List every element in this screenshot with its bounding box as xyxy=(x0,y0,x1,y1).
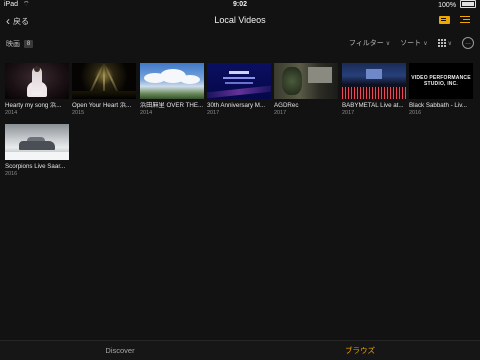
video-year: 2017 xyxy=(342,110,355,116)
video-title: 浜田麻里 OVER THE... xyxy=(140,102,204,109)
video-thumbnail xyxy=(140,63,204,99)
more-icon: … xyxy=(465,40,471,46)
navigation-bar: ‹ 戻る Local Videos xyxy=(0,10,480,32)
video-tile[interactable]: Open Your Heart 浜... 2015 xyxy=(72,63,136,117)
video-tile[interactable]: Hearty my song 浜... 2014 xyxy=(5,63,69,117)
tab-bar: Discover ブラウズ xyxy=(0,340,480,360)
battery-percent: 100% xyxy=(438,2,457,9)
section-header: 映画 8 xyxy=(6,39,33,49)
nav-actions xyxy=(439,15,470,24)
video-title: BABYMETAL Live at... xyxy=(342,102,404,109)
video-year: 2014 xyxy=(140,110,153,116)
video-year: 2017 xyxy=(207,110,220,116)
item-count-badge: 8 xyxy=(24,40,33,48)
video-year: 2014 xyxy=(5,110,18,116)
chevron-down-icon: ∨ xyxy=(385,40,391,47)
video-year: 2016 xyxy=(409,110,422,116)
video-title: Open Your Heart 浜... xyxy=(72,102,132,109)
grid-icon xyxy=(437,39,446,47)
video-title: Hearty my song 浜... xyxy=(5,102,62,109)
app-window: iPad ⌔ 9:02 100% ‹ 戻る Local Videos 映画 8 xyxy=(0,0,480,360)
thumbnail-text: VIDEO PERFORMANCE STUDIO, INC. xyxy=(411,75,471,87)
sort-button[interactable]: ソート ∨ xyxy=(400,38,427,48)
video-thumbnail xyxy=(5,63,69,99)
section-label: 映画 xyxy=(6,41,20,48)
video-thumbnail xyxy=(5,124,69,160)
video-tile[interactable]: BABYMETAL Live at... 2017 xyxy=(342,63,406,117)
video-title: Scorpions Live Saar... xyxy=(5,163,66,170)
video-thumbnail xyxy=(274,63,338,99)
video-tile[interactable]: AGDRec 2017 xyxy=(274,63,338,117)
toolbar-actions: フィルター ∨ ソート ∨ ∨ … xyxy=(349,37,474,49)
video-tile[interactable]: VIDEO PERFORMANCE STUDIO, INC. Black Sab… xyxy=(409,63,473,117)
video-year: 2016 xyxy=(5,171,18,177)
filter-button[interactable]: フィルター ∨ xyxy=(349,38,390,48)
video-title: AGDRec xyxy=(274,102,299,109)
tab-discover[interactable]: Discover xyxy=(0,341,240,360)
sort-label: ソート xyxy=(400,40,422,47)
video-tile[interactable]: 浜田麻里 OVER THE... 2014 xyxy=(140,63,204,117)
page-title: Local Videos xyxy=(214,15,266,25)
chevron-down-icon: ∨ xyxy=(423,40,428,47)
video-thumbnail: VIDEO PERFORMANCE STUDIO, INC. xyxy=(409,63,473,99)
library-toolbar: 映画 8 フィルター ∨ ソート ∨ ∨ … xyxy=(0,36,480,52)
video-thumbnail xyxy=(342,63,406,99)
video-tile[interactable]: Scorpions Live Saar... 2016 xyxy=(5,124,69,178)
view-mode-button[interactable]: ∨ xyxy=(437,39,452,47)
tab-browse[interactable]: ブラウズ xyxy=(240,341,480,360)
video-thumbnail xyxy=(207,63,271,99)
video-title: Black Sabbath - Liv... xyxy=(409,102,468,109)
video-thumbnail xyxy=(72,63,136,99)
video-year: 2017 xyxy=(274,110,287,116)
chevron-down-icon: ∨ xyxy=(447,40,452,47)
status-bar: iPad ⌔ 9:02 100% xyxy=(0,0,480,10)
cast-icon[interactable] xyxy=(439,15,450,24)
status-time: 9:02 xyxy=(232,1,247,8)
video-tile[interactable]: 30th Anniversary M... 2017 xyxy=(207,63,271,117)
video-year: 2015 xyxy=(72,110,85,116)
video-title: 30th Anniversary M... xyxy=(207,102,266,109)
playlist-icon[interactable] xyxy=(460,15,470,24)
filter-label: フィルター xyxy=(348,40,384,47)
more-button[interactable]: … xyxy=(462,37,474,49)
battery-icon xyxy=(460,0,476,8)
